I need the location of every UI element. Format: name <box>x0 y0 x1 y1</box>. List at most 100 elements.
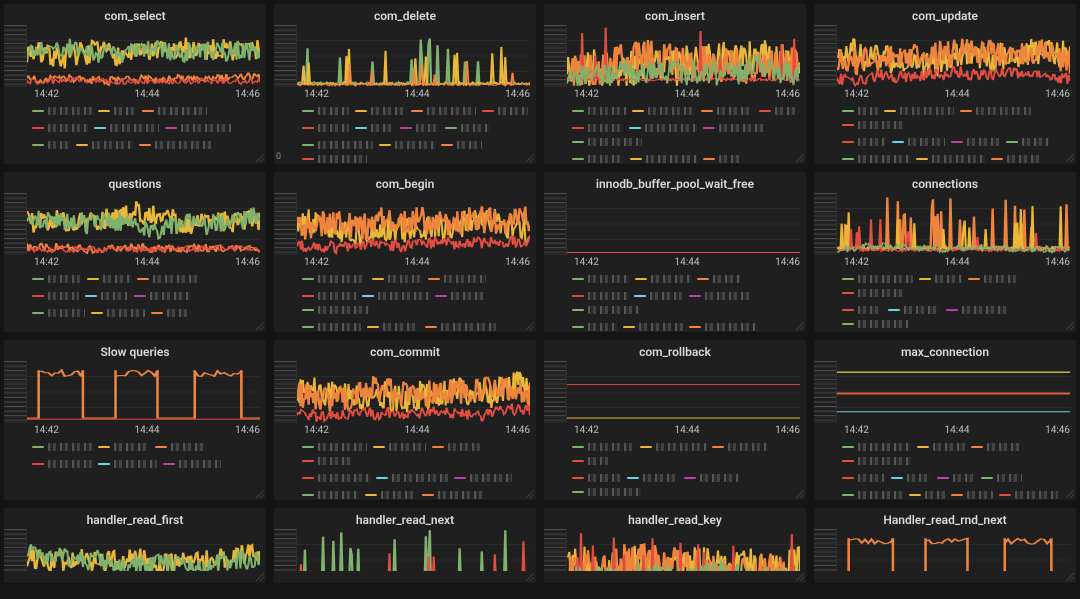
legend-item[interactable] <box>362 290 429 301</box>
legend-item[interactable] <box>151 307 187 318</box>
legend-item[interactable] <box>572 441 634 452</box>
legend-item[interactable] <box>919 273 962 284</box>
legend-item[interactable] <box>888 304 940 315</box>
resize-handle-icon[interactable] <box>256 573 264 581</box>
chart-area[interactable] <box>296 193 530 255</box>
legend-item[interactable] <box>302 139 373 150</box>
resize-handle-icon[interactable] <box>796 154 804 162</box>
legend[interactable] <box>4 438 266 500</box>
legend-item[interactable] <box>32 122 88 133</box>
panel[interactable]: Slow queries 14:42 14:44 14:46 <box>4 340 266 500</box>
legend-item[interactable] <box>372 273 422 284</box>
chart-area[interactable] <box>26 193 260 255</box>
legend-item[interactable] <box>689 290 750 301</box>
chart-area[interactable] <box>566 361 800 423</box>
legend[interactable] <box>4 102 266 164</box>
panel[interactable]: max_connection 14:42 14:44 14:46 <box>814 340 1076 500</box>
chart-area[interactable] <box>566 193 800 255</box>
legend-item[interactable] <box>842 489 903 500</box>
legend-item[interactable] <box>32 458 92 469</box>
panel[interactable]: handler_read_next 14:42 14:44 14:46 <box>274 508 536 583</box>
legend-item[interactable] <box>635 273 691 284</box>
legend-item[interactable] <box>946 304 1009 315</box>
legend-item[interactable] <box>572 304 639 315</box>
legend-item[interactable] <box>916 153 985 164</box>
resize-handle-icon[interactable] <box>526 573 534 581</box>
legend-item[interactable] <box>629 122 697 133</box>
chart-area[interactable] <box>836 25 1070 87</box>
resize-handle-icon[interactable] <box>796 573 804 581</box>
legend-item[interactable] <box>627 472 678 483</box>
legend-item[interactable] <box>842 287 902 298</box>
chart-area[interactable] <box>566 529 800 571</box>
legend-item[interactable] <box>572 486 641 497</box>
legend-item[interactable] <box>302 321 361 332</box>
legend-item[interactable] <box>842 472 885 483</box>
legend-item[interactable] <box>572 472 621 483</box>
legend-item[interactable] <box>400 122 439 133</box>
legend-item[interactable] <box>365 489 416 500</box>
legend-item[interactable] <box>302 122 349 133</box>
legend[interactable] <box>274 270 536 332</box>
legend-item[interactable] <box>155 441 206 452</box>
legend-item[interactable] <box>373 441 426 452</box>
panel[interactable]: com_rollback 14:42 14:44 14:46 <box>544 340 806 500</box>
legend-item[interactable] <box>482 105 528 116</box>
panel[interactable]: com_update 14:42 14:44 14:46 <box>814 4 1076 164</box>
legend[interactable] <box>274 438 536 500</box>
legend-item[interactable] <box>425 321 496 332</box>
legend-item[interactable] <box>302 455 351 466</box>
legend[interactable] <box>274 102 536 164</box>
legend-item[interactable] <box>842 136 886 147</box>
legend-item[interactable] <box>411 105 476 116</box>
legend-item[interactable] <box>937 472 975 483</box>
legend-item[interactable] <box>623 321 683 332</box>
chart-area[interactable] <box>836 529 1070 571</box>
legend-item[interactable] <box>891 472 931 483</box>
legend-item[interactable] <box>32 273 81 284</box>
legend-item[interactable] <box>909 489 945 500</box>
legend-item[interactable] <box>94 122 159 133</box>
legend-item[interactable] <box>367 321 419 332</box>
resize-handle-icon[interactable] <box>796 490 804 498</box>
legend-item[interactable] <box>302 273 366 284</box>
legend-item[interactable] <box>302 290 356 301</box>
legend-item[interactable] <box>32 105 92 116</box>
legend-item[interactable] <box>302 441 367 452</box>
legend[interactable] <box>544 438 806 500</box>
legend-item[interactable] <box>640 441 706 452</box>
panel[interactable]: Handler_read_rnd_next 14:42 14:44 14:46 <box>814 508 1076 583</box>
panel[interactable]: com_commit 14:42 14:44 14:46 <box>274 340 536 500</box>
legend-item[interactable] <box>572 273 629 284</box>
legend-item[interactable] <box>684 472 739 483</box>
legend-item[interactable] <box>842 105 878 116</box>
legend-item[interactable] <box>98 458 157 469</box>
chart-area[interactable] <box>836 361 1070 423</box>
panel[interactable]: com_insert 14:42 14:44 14:46 <box>544 4 806 164</box>
legend-item[interactable] <box>712 441 767 452</box>
legend-item[interactable] <box>379 139 435 150</box>
legend-item[interactable] <box>428 273 486 284</box>
legend-item[interactable] <box>632 105 695 116</box>
legend-item[interactable] <box>842 455 911 466</box>
legend-item[interactable] <box>142 105 207 116</box>
legend[interactable] <box>544 270 806 332</box>
resize-handle-icon[interactable] <box>1066 573 1074 581</box>
legend-item[interactable] <box>842 273 913 284</box>
legend[interactable] <box>814 438 1076 500</box>
legend-item[interactable] <box>572 290 628 301</box>
legend-item[interactable] <box>971 441 1020 452</box>
resize-handle-icon[interactable] <box>256 490 264 498</box>
chart-area[interactable] <box>26 361 260 423</box>
legend-item[interactable] <box>703 122 765 133</box>
legend-item[interactable] <box>85 290 128 301</box>
legend-item[interactable] <box>134 290 190 301</box>
legend-item[interactable] <box>441 139 482 150</box>
resize-handle-icon[interactable] <box>526 154 534 162</box>
legend-item[interactable] <box>634 290 683 301</box>
legend-item[interactable] <box>139 139 212 150</box>
legend-item[interactable] <box>302 153 367 164</box>
legend-item[interactable] <box>1006 136 1049 147</box>
legend-item[interactable] <box>454 472 512 483</box>
legend-item[interactable] <box>98 441 149 452</box>
